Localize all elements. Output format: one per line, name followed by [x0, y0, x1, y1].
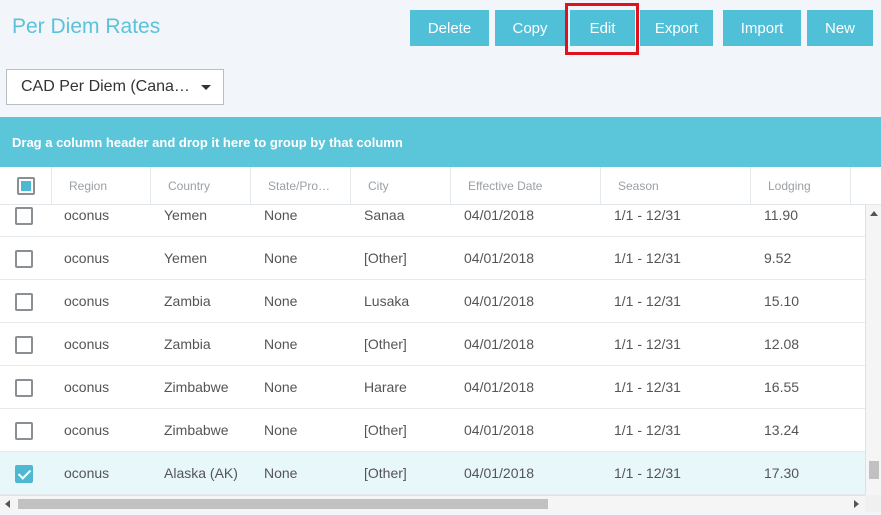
cell-effective-date: 04/01/2018 [464, 465, 535, 481]
cell-region: oconus [64, 250, 110, 266]
cell-effective-date: 04/01/2018 [464, 336, 535, 352]
column-header-lodging[interactable]: Lodging [751, 167, 851, 205]
cell-season: 1/1 - 12/31 [614, 465, 681, 481]
cell-state: None [264, 207, 298, 223]
delete-button[interactable]: Delete [410, 10, 489, 46]
cell-effective-date: 04/01/2018 [464, 207, 535, 223]
cell-lodging: 9.52 [764, 250, 792, 266]
table-row[interactable]: oconus Yemen None Sanaa 04/01/2018 1/1 -… [0, 205, 865, 237]
cell-state: None [264, 465, 298, 481]
cell-lodging: 16.55 [764, 379, 800, 395]
table-row[interactable]: oconus Yemen None [Other] 04/01/2018 1/1… [0, 237, 865, 280]
horizontal-scroll-thumb[interactable] [18, 499, 548, 509]
group-by-hint: Drag a column header and drop it here to… [12, 134, 403, 150]
cell-state: None [264, 422, 298, 438]
grid-body: oconus Yemen None Sanaa 04/01/2018 1/1 -… [0, 205, 865, 495]
cell-lodging: 11.90 [764, 207, 798, 223]
cell-region: oconus [64, 465, 110, 481]
column-header-country[interactable]: Country [151, 167, 251, 205]
dropdown-selected-value: CAD Per Diem (Cana… [21, 78, 190, 95]
select-all-cell [0, 167, 52, 205]
cell-country: Alaska (AK) [164, 465, 238, 481]
cell-season: 1/1 - 12/31 [614, 207, 681, 223]
cell-city: Lusaka [364, 293, 410, 309]
column-header-city[interactable]: City [351, 167, 451, 205]
per-diem-schedule-dropdown[interactable]: CAD Per Diem (Cana… [6, 69, 224, 105]
cell-season: 1/1 - 12/31 [614, 293, 681, 309]
group-by-drop-area[interactable]: Drag a column header and drop it here to… [0, 117, 881, 167]
cell-lodging: 13.24 [764, 422, 800, 438]
scroll-left-arrow-icon[interactable] [5, 500, 10, 508]
table-row[interactable]: oconus Alaska (AK) None [Other] 04/01/20… [0, 452, 865, 495]
cell-city: [Other] [364, 250, 407, 266]
row-checkbox[interactable] [15, 250, 33, 268]
cell-state: None [264, 293, 298, 309]
chevron-down-icon [201, 84, 211, 90]
cell-lodging: 15.10 [764, 293, 800, 309]
edit-button[interactable]: Edit [570, 10, 635, 46]
cell-region: oconus [64, 422, 110, 438]
cell-region: oconus [64, 379, 110, 395]
cell-city: Harare [364, 379, 407, 395]
cell-effective-date: 04/01/2018 [464, 422, 535, 438]
table-row[interactable]: oconus Zambia None Lusaka 04/01/2018 1/1… [0, 280, 865, 323]
scroll-up-arrow-icon[interactable] [870, 211, 878, 216]
cell-season: 1/1 - 12/31 [614, 336, 681, 352]
cell-country: Yemen [164, 207, 208, 223]
row-checkbox[interactable] [15, 336, 33, 354]
cell-effective-date: 04/01/2018 [464, 293, 535, 309]
cell-lodging: 12.08 [764, 336, 800, 352]
column-header-region[interactable]: Region [52, 167, 151, 205]
row-checkbox[interactable] [15, 379, 33, 397]
cell-region: oconus [64, 207, 110, 223]
grid-header: Region Country State/Pro… City Effective… [0, 167, 881, 205]
select-all-checkbox[interactable] [17, 177, 35, 195]
cell-state: None [264, 336, 298, 352]
vertical-scroll-thumb[interactable] [869, 461, 879, 479]
cell-season: 1/1 - 12/31 [614, 379, 681, 395]
column-header-state[interactable]: State/Pro… [251, 167, 351, 205]
cell-region: oconus [64, 336, 110, 352]
row-checkbox[interactable] [15, 465, 33, 483]
cell-country: Zimbabwe [164, 422, 229, 438]
cell-city: [Other] [364, 422, 407, 438]
export-button[interactable]: Export [640, 10, 713, 46]
table-row[interactable]: oconus Zimbabwe None Harare 04/01/2018 1… [0, 366, 865, 409]
table-row[interactable]: oconus Zimbabwe None [Other] 04/01/2018 … [0, 409, 865, 452]
column-header-season[interactable]: Season [601, 167, 751, 205]
row-checkbox[interactable] [15, 207, 33, 225]
cell-effective-date: 04/01/2018 [464, 379, 535, 395]
row-checkbox[interactable] [15, 293, 33, 311]
cell-state: None [264, 379, 298, 395]
row-checkbox[interactable] [15, 422, 33, 440]
cell-region: oconus [64, 293, 110, 309]
cell-country: Zambia [164, 293, 211, 309]
cell-effective-date: 04/01/2018 [464, 250, 535, 266]
cell-lodging: 17.30 [764, 465, 800, 481]
cell-city: [Other] [364, 336, 407, 352]
new-button[interactable]: New [807, 10, 873, 46]
copy-button[interactable]: Copy [495, 10, 565, 46]
import-button[interactable]: Import [723, 10, 801, 46]
page-title: Per Diem Rates [12, 15, 161, 38]
cell-city: Sanaa [364, 207, 405, 223]
cell-country: Zimbabwe [164, 379, 229, 395]
cell-country: Zambia [164, 336, 211, 352]
cell-city: [Other] [364, 465, 407, 481]
scroll-right-arrow-icon[interactable] [854, 500, 859, 508]
table-row[interactable]: oconus Zambia None [Other] 04/01/2018 1/… [0, 323, 865, 366]
cell-state: None [264, 250, 298, 266]
scrollbar-corner [865, 495, 881, 512]
cell-season: 1/1 - 12/31 [614, 250, 681, 266]
cell-country: Yemen [164, 250, 208, 266]
vertical-scrollbar[interactable] [865, 205, 881, 495]
horizontal-scrollbar[interactable] [0, 495, 865, 512]
cell-season: 1/1 - 12/31 [614, 422, 681, 438]
column-header-effective-date[interactable]: Effective Date [451, 167, 601, 205]
